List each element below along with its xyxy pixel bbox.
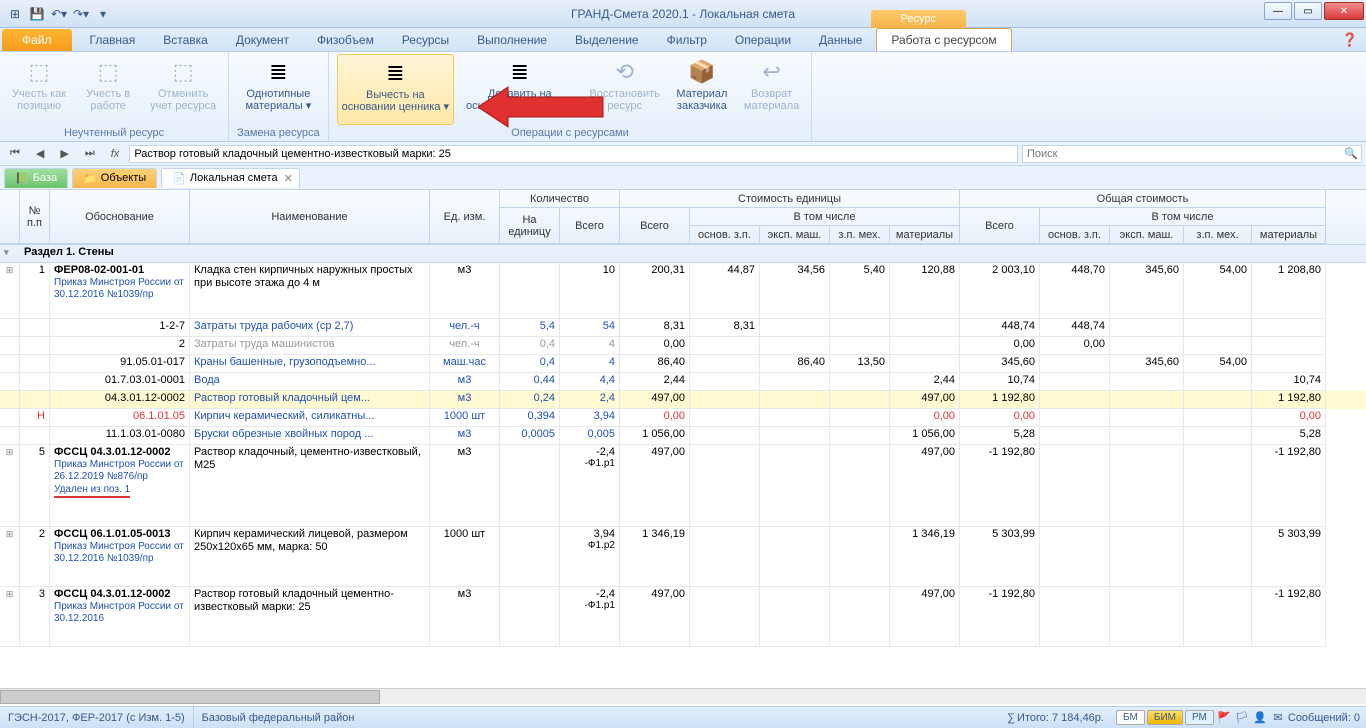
app-title: ГРАНД-Смета 2020.1 - Локальная смета — [571, 7, 795, 21]
badge-pm[interactable]: РМ — [1185, 710, 1214, 725]
doc-tab-objects[interactable]: 📁Объекты — [72, 168, 157, 188]
search-box: 🔍 — [1022, 145, 1362, 163]
tab-resources[interactable]: Ресурсы — [388, 29, 463, 51]
ribbon-icon: ↩ — [756, 56, 788, 88]
expand-icon[interactable]: ⊞ — [6, 529, 14, 539]
table-row[interactable]: ⊞3ФССЦ 04.3.01.12-0002Приказ Минстроя Ро… — [0, 587, 1366, 647]
ribbon-icon: ≣ — [379, 57, 411, 89]
doc-tab-base[interactable]: 📗База — [4, 168, 68, 188]
badge-bm[interactable]: БМ — [1116, 710, 1145, 725]
ribbon-icon: ⟲ — [609, 56, 641, 88]
close-icon[interactable]: ✕ — [282, 172, 295, 185]
table-row[interactable]: 1-2-7Затраты труда рабочих (ср 2,7)чел.-… — [0, 319, 1366, 337]
ribbon-button[interactable]: ≣Добавить наосновании ценника ▾ — [462, 54, 577, 125]
nav-first-icon[interactable]: ⏮ — [4, 145, 26, 162]
expand-icon[interactable]: ⊞ — [6, 265, 14, 275]
mail-icon[interactable]: ✉ — [1270, 710, 1286, 726]
tab-data[interactable]: Данные — [805, 29, 876, 51]
status-sum: Итого: 7 184,46р. — [1017, 712, 1104, 724]
context-tab-title: Ресурс — [871, 10, 966, 28]
table-row[interactable]: 2Затраты труда машинистовчел.-ч0,440,000… — [0, 337, 1366, 355]
table-body: ▾ Раздел 1. Стены ⊞1ФЕР08-02-001-01Прика… — [0, 245, 1366, 647]
tab-document[interactable]: Документ — [222, 29, 303, 51]
ribbon-icon: 📦 — [686, 56, 718, 88]
ribbon-icon: ≣ — [262, 56, 294, 88]
undo-icon[interactable]: ↶▾ — [50, 5, 68, 23]
table-row[interactable]: 01.7.03.01-0001Водам30,444,42,442,4410,7… — [0, 373, 1366, 391]
table-row[interactable]: 91.05.01-017Краны башенные, грузоподъемн… — [0, 355, 1366, 373]
qat-more-icon[interactable]: ▾ — [94, 5, 112, 23]
table-row[interactable]: ⊞5ФССЦ 04.3.01.12-0002Приказ Минстроя Ро… — [0, 445, 1366, 527]
ribbon-tabs: Файл Главная Вставка Документ Физобъем Р… — [0, 28, 1366, 52]
ribbon-button: ⬚Отменитьучет ресурса — [146, 54, 220, 125]
tab-resource-work[interactable]: Работа с ресурсом — [876, 28, 1011, 51]
ribbon-icon: ≣ — [504, 56, 536, 88]
ribbon-button[interactable]: ≣Вычесть наосновании ценника ▾ — [337, 54, 454, 125]
fx-label: fx — [105, 146, 126, 162]
tab-main[interactable]: Главная — [76, 29, 150, 51]
tab-selection[interactable]: Выделение — [561, 29, 653, 51]
doc-tab-estimate[interactable]: 📄Локальная смета✕ — [161, 168, 300, 188]
sum-icon: ∑ — [1007, 712, 1015, 724]
tab-filter[interactable]: Фильтр — [653, 29, 721, 51]
nav-last-icon[interactable]: ⏭ — [79, 145, 101, 162]
table-header: № п.п Обоснование Наименование Ед. изм. … — [0, 190, 1366, 245]
ribbon-button[interactable]: 📦Материалзаказчика — [672, 54, 732, 125]
tab-fizobjem[interactable]: Физобъем — [303, 29, 388, 51]
maximize-button[interactable]: ▭ — [1294, 2, 1322, 20]
person-icon[interactable]: 👤 — [1252, 710, 1268, 726]
ribbon-button: ⬚Учесть вработе — [78, 54, 138, 125]
minimize-button[interactable]: — — [1264, 2, 1292, 20]
formula-input[interactable] — [129, 145, 1018, 163]
formula-bar: ⏮ ◀ ▶ ⏭ fx 🔍 — [0, 142, 1366, 166]
search-icon[interactable]: 🔍 — [1341, 147, 1361, 160]
table-row[interactable]: Н06.1.01.05Кирпич керамический, силикатн… — [0, 409, 1366, 427]
badge-bim[interactable]: БИМ — [1147, 710, 1183, 725]
ribbon-button: ⟲Восстановитьресурс — [585, 54, 663, 125]
nav-next-icon[interactable]: ▶ — [54, 145, 74, 162]
table-row[interactable]: 04.3.01.12-0002Раствор готовый кладочный… — [0, 391, 1366, 409]
flag-icon[interactable]: 🚩 — [1216, 710, 1232, 726]
tab-operations[interactable]: Операции — [721, 29, 805, 51]
group-unaccounted-resource: ⬚Учесть какпозицию⬚Учесть вработе⬚Отмени… — [0, 52, 229, 141]
section-row[interactable]: ▾ Раздел 1. Стены — [0, 245, 1366, 263]
status-norms: ГЭСН-2017, ФЕР-2017 (с Изм. 1-5) — [0, 712, 193, 724]
titlebar: ⊞ 💾 ↶▾ ↷▾ ▾ ГРАНД-Смета 2020.1 - Локальн… — [0, 0, 1366, 28]
group-resource-operations: ≣Вычесть наосновании ценника ▾≣Добавить … — [329, 52, 813, 141]
search-input[interactable] — [1023, 148, 1341, 160]
group-resource-replacement: ≣Однотипныематериалы ▾ Замена ресурса — [229, 52, 329, 141]
table-row[interactable]: ⊞1ФЕР08-02-001-01Приказ Минстроя России … — [0, 263, 1366, 319]
horizontal-scrollbar[interactable] — [0, 688, 1366, 704]
scrollbar-thumb[interactable] — [0, 690, 380, 704]
app-icon: ⊞ — [6, 5, 24, 23]
ribbon-icon: ⬚ — [23, 56, 55, 88]
ribbon-button[interactable]: ≣Однотипныематериалы ▾ — [241, 54, 315, 125]
status-messages: Сообщений: 0 — [1288, 712, 1360, 724]
tab-file[interactable]: Файл — [2, 29, 72, 51]
tab-insert[interactable]: Вставка — [149, 29, 222, 51]
ribbon-button: ⬚Учесть какпозицию — [8, 54, 70, 125]
save-icon[interactable]: 💾 — [28, 5, 46, 23]
nav-prev-icon[interactable]: ◀ — [30, 145, 50, 162]
ribbon: ⬚Учесть какпозицию⬚Учесть вработе⬚Отмени… — [0, 52, 1366, 142]
tab-completion[interactable]: Выполнение — [463, 29, 561, 51]
expand-icon[interactable]: ⊞ — [6, 589, 14, 599]
status-bar: ГЭСН-2017, ФЕР-2017 (с Изм. 1-5) Базовый… — [0, 706, 1366, 728]
flag2-icon[interactable]: 🏳 — [1234, 710, 1250, 726]
status-region: Базовый федеральный район — [193, 707, 363, 728]
expand-icon[interactable]: ⊞ — [6, 447, 14, 457]
close-button[interactable]: ✕ — [1324, 2, 1364, 20]
redo-icon[interactable]: ↷▾ — [72, 5, 90, 23]
ribbon-icon: ⬚ — [92, 56, 124, 88]
help-icon[interactable]: ❓ — [1342, 32, 1358, 48]
table-row[interactable]: 11.1.03.01-0080Бруски обрезные хвойных п… — [0, 427, 1366, 445]
collapse-icon[interactable]: ▾ — [4, 247, 9, 257]
doc-tabs: 📗База 📁Объекты 📄Локальная смета✕ — [0, 166, 1366, 190]
ribbon-icon: ⬚ — [167, 56, 199, 88]
table-row[interactable]: ⊞2ФССЦ 06.1.01.05-0013Приказ Минстроя Ро… — [0, 527, 1366, 587]
ribbon-button: ↩Возвратматериала — [740, 54, 803, 125]
table-area: № п.п Обоснование Наименование Ед. изм. … — [0, 190, 1366, 698]
